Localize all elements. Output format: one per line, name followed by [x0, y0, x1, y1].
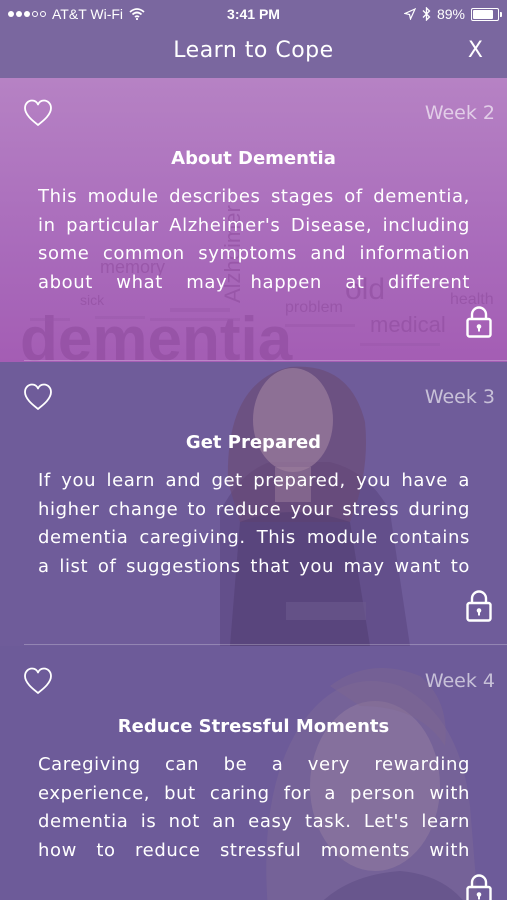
card-divider: [24, 644, 507, 645]
module-card-about-dementia[interactable]: dementia Alzheimer problem medical sick …: [0, 78, 507, 362]
word-cloud-word: dementia: [20, 305, 293, 362]
module-description: Caregiving can be a very rewarding exper…: [38, 754, 470, 861]
heart-outline-icon[interactable]: [22, 382, 54, 412]
battery-icon: [471, 7, 502, 21]
word-cloud-word: medical: [370, 312, 446, 337]
heart-outline-icon[interactable]: [22, 98, 54, 128]
word-cloud-word: problem: [285, 299, 343, 316]
status-bar: AT&T Wi-Fi 3:41 PM 89%: [0, 0, 507, 30]
module-description: This module describes stages of dementia…: [38, 186, 470, 293]
battery-level: [473, 9, 493, 19]
module-description: If you learn and get prepared, you have …: [38, 470, 470, 577]
module-title: Reduce Stressful Moments: [117, 716, 390, 737]
module-list[interactable]: dementia Alzheimer problem medical sick …: [0, 78, 507, 900]
nav-bar: Learn to Cope X: [0, 30, 507, 78]
close-button[interactable]: X: [462, 37, 489, 64]
module-card-reduce-stressful-moments[interactable]: Week 4 Reduce Stressful Moments Caregivi…: [0, 646, 507, 900]
module-card-get-prepared[interactable]: Week 3 Get Prepared If you learn and get…: [0, 362, 507, 646]
page-title: Learn to Cope: [173, 38, 334, 63]
lock-icon: [466, 874, 492, 900]
card-divider: [24, 360, 507, 361]
heart-outline-icon[interactable]: [22, 666, 54, 696]
week-label: Week 3: [424, 386, 495, 408]
lock-icon: [466, 590, 492, 622]
bluetooth-icon: [422, 7, 431, 21]
status-right: 89%: [403, 6, 502, 22]
battery-percent: 89%: [436, 6, 465, 22]
lock-icon: [466, 306, 492, 338]
app-screen: AT&T Wi-Fi 3:41 PM 89% Learn to Cope X d…: [0, 0, 507, 900]
week-label: Week 4: [424, 670, 495, 692]
module-title: Get Prepared: [185, 432, 322, 453]
location-arrow-icon: [403, 8, 416, 20]
module-title: About Dementia: [171, 148, 336, 169]
week-label: Week 2: [424, 102, 495, 124]
